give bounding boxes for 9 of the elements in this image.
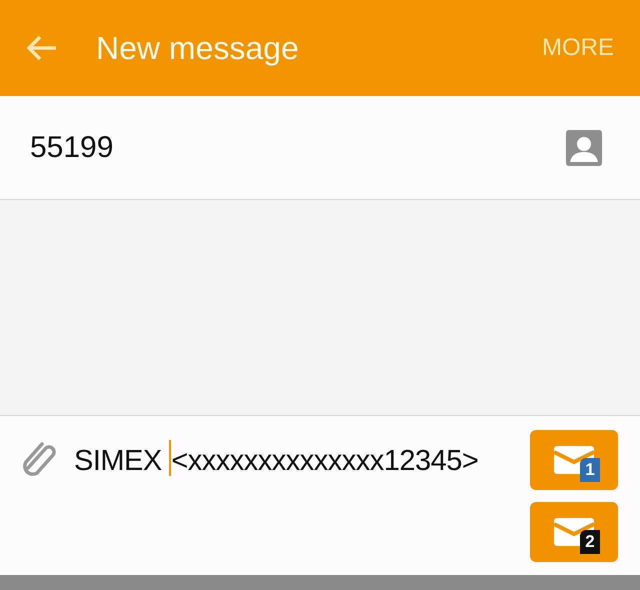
- recipient-field[interactable]: 55199: [30, 125, 114, 170]
- back-arrow-icon[interactable]: [26, 34, 58, 62]
- send-button[interactable]: 2: [530, 502, 618, 562]
- screen-title: New message: [96, 29, 299, 68]
- message-field[interactable]: SIMEX <xxxxxxxxxxxxxx12345>: [74, 440, 478, 480]
- sim-badge: 2: [580, 530, 600, 554]
- send-button[interactable]: 1: [530, 430, 618, 490]
- contact-icon[interactable]: [566, 130, 602, 166]
- sim-badge: 1: [580, 458, 600, 482]
